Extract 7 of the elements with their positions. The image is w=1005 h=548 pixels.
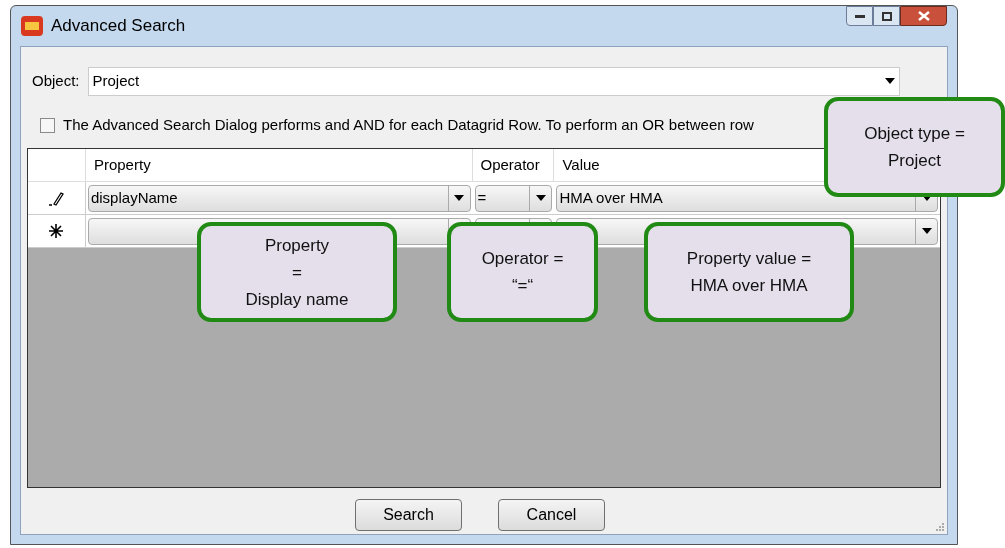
annotation-tooltip: Object type = Project (824, 97, 1005, 197)
window-title: Advanced Search (51, 15, 186, 38)
option-label: The Advanced Search Dialog performs and AND for each Datagrid Row. To perform an OR between row (63, 114, 754, 135)
object-label: Object: (32, 70, 80, 91)
annotation-tooltip: Property value = HMA over HMA (644, 222, 854, 322)
annotation-tooltip: Operator = “=“ (447, 222, 598, 322)
annotation-tooltip: Property = Display name (197, 222, 397, 322)
